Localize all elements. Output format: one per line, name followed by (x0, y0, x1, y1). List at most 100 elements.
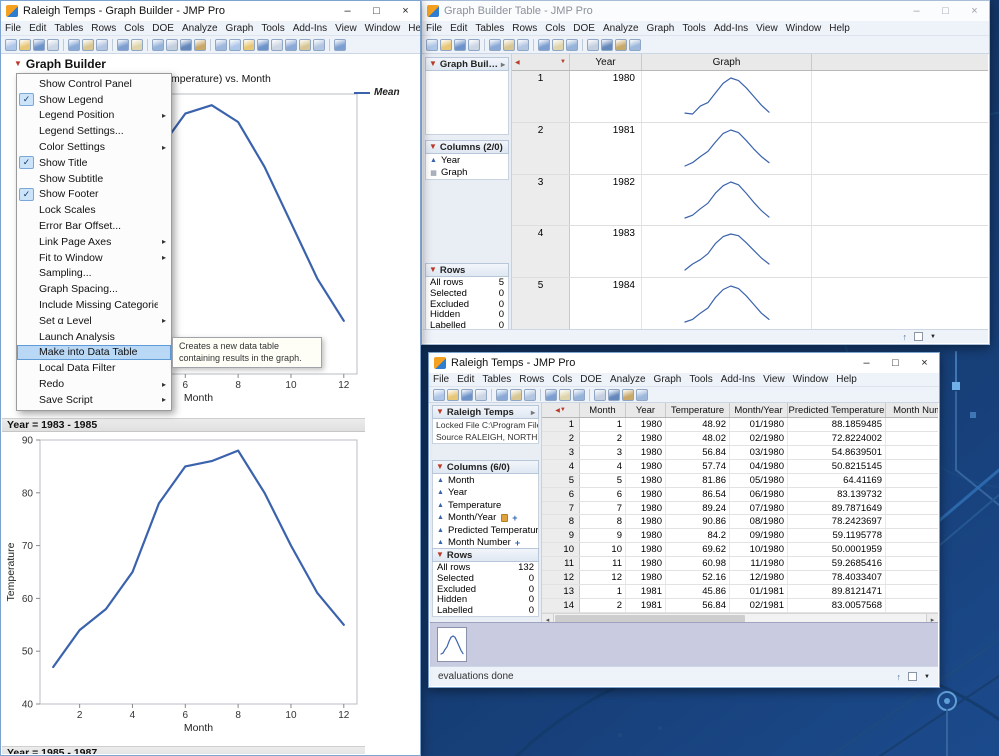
menu-item-include-missing-categories[interactable]: Include Missing Categories (17, 297, 171, 313)
title-bar[interactable]: Raleigh Temps - JMP Pro – □ × (429, 353, 939, 373)
cell[interactable]: 01/1980 (730, 418, 788, 431)
table-row[interactable]: 5 1984 (512, 278, 988, 329)
paste-icon[interactable] (524, 388, 536, 401)
cell[interactable]: 1980 (626, 431, 666, 445)
red-triangle-menu-icon[interactable]: ▼ (429, 143, 437, 151)
table-row[interactable]: 55198081.8605/198064.411695 (542, 473, 938, 488)
cell[interactable]: 01/1981 (730, 585, 788, 598)
menu-edit[interactable]: Edit (446, 23, 471, 34)
up-arrow-icon[interactable]: ↑ (897, 672, 902, 682)
cell[interactable]: 50.8215145 (788, 459, 886, 473)
open-icon[interactable] (19, 38, 31, 51)
cell[interactable]: 64.41169 (788, 473, 886, 487)
distribution-icon[interactable] (166, 38, 178, 51)
row-number[interactable]: 10 (542, 543, 580, 557)
cell-year[interactable]: 1984 (570, 278, 642, 329)
menu-item-legend-position[interactable]: Legend Position ▸ (17, 108, 171, 124)
menu-tables[interactable]: Tables (471, 23, 508, 34)
cell[interactable]: 10 (580, 543, 626, 557)
cell[interactable]: 1 (886, 585, 938, 598)
cell[interactable]: 78.2423697 (788, 515, 886, 529)
row-number[interactable]: 13 (542, 585, 580, 598)
column-item-temperature[interactable]: ▲ Temperature (433, 499, 538, 512)
row-number[interactable]: 9 (542, 529, 580, 543)
menu-view[interactable]: View (759, 374, 789, 385)
menu-tables[interactable]: Tables (50, 23, 87, 34)
red-triangle-menu-icon[interactable]: ▼ (429, 266, 437, 274)
cell[interactable]: 89.8121471 (788, 585, 886, 598)
menu-help[interactable]: Help (832, 374, 861, 385)
table-row[interactable]: 44198057.7404/198050.82151454 (542, 459, 938, 474)
cell[interactable]: 5 (886, 474, 938, 487)
year-1983-1985-chart[interactable]: 2 4 6 8 10 12 40 50 60 70 80 90 Month Temperature (2, 434, 365, 744)
menu-edit[interactable]: Edit (25, 23, 50, 34)
new-data-table-icon[interactable] (426, 38, 438, 51)
cell[interactable]: 60.98 (666, 557, 730, 571)
paste-icon[interactable] (517, 38, 529, 51)
fit-y-by-x-icon[interactable] (180, 38, 192, 51)
cell[interactable]: 11/1980 (730, 557, 788, 571)
maximize-button[interactable]: □ (362, 1, 391, 21)
cell[interactable]: 83.139732 (788, 487, 886, 501)
menu-item-lock-scales[interactable]: Lock Scales (17, 202, 171, 218)
column-header-predicted-temperature[interactable]: Predicted Temperature (788, 403, 886, 417)
magnifier-tool-icon[interactable] (243, 38, 255, 51)
new-data-table-icon[interactable] (5, 38, 17, 51)
minimize-button[interactable]: – (333, 1, 362, 21)
cell[interactable]: 69.62 (666, 543, 730, 557)
red-triangle-menu-icon[interactable]: ▼ (14, 60, 22, 68)
menu-add-ins[interactable]: Add-Ins (289, 23, 331, 34)
cell[interactable]: 12 (886, 571, 938, 584)
cell[interactable]: 4 (886, 460, 938, 473)
menu-rows[interactable]: Rows (508, 23, 541, 34)
menu-doe[interactable]: DOE (569, 23, 599, 34)
column-header-month[interactable]: Month (580, 403, 626, 417)
maximize-button[interactable]: □ (881, 353, 910, 373)
menu-doe[interactable]: DOE (148, 23, 178, 34)
cell[interactable]: 1 (580, 418, 626, 431)
cell[interactable]: 08/1980 (730, 515, 788, 529)
table-row[interactable]: 131198145.8601/198189.81214711 (542, 585, 938, 599)
menu-file[interactable]: File (429, 374, 453, 385)
menu-window[interactable]: Window (782, 23, 826, 34)
menu-item-color-settings[interactable]: Color Settings ▸ (17, 139, 171, 155)
menu-item-fit-to-window[interactable]: Fit to Window ▸ (17, 250, 171, 266)
menu-graph[interactable]: Graph (643, 23, 679, 34)
cell[interactable]: 90.86 (666, 515, 730, 529)
cell[interactable]: 02/1981 (730, 598, 788, 612)
menu-graph[interactable]: Graph (650, 374, 686, 385)
minimize-button[interactable]: – (902, 1, 931, 21)
menu-tools[interactable]: Tools (678, 23, 709, 34)
menu-item-show-subtitle[interactable]: Show Subtitle (17, 171, 171, 187)
lasso-tool-icon[interactable] (285, 38, 297, 51)
cell[interactable]: 06/1980 (730, 487, 788, 501)
column-item-graph[interactable]: ▦ Graph (426, 166, 508, 179)
fit-y-by-x-icon[interactable] (601, 38, 613, 51)
cell[interactable]: 3 (580, 445, 626, 459)
selection-box-icon[interactable] (908, 672, 918, 681)
menu-item-show-footer[interactable]: ✓ Show Footer (17, 187, 171, 203)
add-rows-icon[interactable] (573, 388, 585, 401)
table-row[interactable]: 1010198069.6210/198050.000195910 (542, 543, 938, 558)
table-row[interactable]: 66198086.5406/198083.1397326 (542, 487, 938, 502)
menu-graph[interactable]: Graph (222, 23, 258, 34)
up-arrow-icon[interactable]: ↑ (903, 332, 908, 342)
menu-item-set-level[interactable]: Set α Level ▸ (17, 313, 171, 329)
cut-icon[interactable] (68, 38, 80, 51)
cell[interactable]: 1980 (626, 487, 666, 501)
cell-year[interactable]: 1981 (570, 122, 642, 174)
cell[interactable]: 12/1980 (730, 571, 788, 585)
columns-menu-icon[interactable]: ◀ (515, 59, 520, 66)
row-number[interactable]: 7 (542, 501, 580, 515)
cell[interactable]: 07/1980 (730, 501, 788, 515)
cell-graph[interactable] (642, 278, 812, 329)
cell[interactable]: 7 (580, 501, 626, 515)
table-row[interactable]: 33198056.8403/198054.86395013 (542, 445, 938, 460)
copy-icon[interactable] (503, 38, 515, 51)
cell[interactable]: 2 (886, 599, 938, 612)
menu-help[interactable]: Help (404, 23, 420, 34)
menu-help[interactable]: Help (825, 23, 854, 34)
column-header-month-year[interactable]: Month/Year (730, 403, 788, 417)
window-menu-icon[interactable]: ▼ (924, 674, 930, 680)
arrow-tool-icon[interactable] (215, 38, 227, 51)
